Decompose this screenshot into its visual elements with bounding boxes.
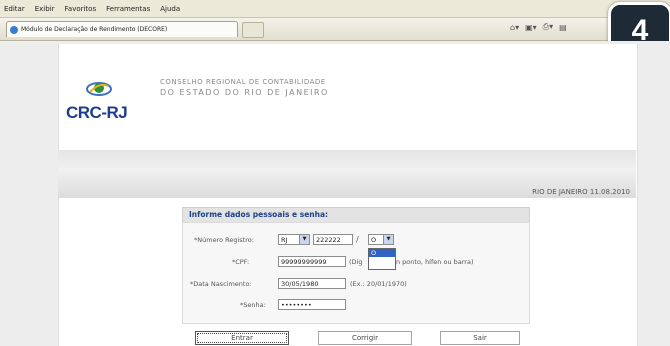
menu-exibir[interactable]: Exibir [35,5,55,13]
registro-number-input[interactable]: 222222 [313,234,353,245]
tab-title: Módulo de Declaração de Rendimento (DECO… [21,26,168,33]
cpf-hint: n ponto, hífen ou barra) [396,258,474,266]
tab-bar: Módulo de Declaração de Rendimento (DECO… [0,18,670,41]
dropdown-option-empty[interactable] [369,257,395,265]
birthdate-input[interactable]: 30/05/1980 [278,278,346,289]
registro-separator: / [356,235,359,244]
logo-text: CRC-RJ [66,103,128,122]
registro-uf-select[interactable]: RJ ▼ [278,234,310,245]
registro-dv-select[interactable]: O ▼ [368,234,394,245]
cpf-input[interactable]: 99999999999 [278,256,346,267]
crc-logo-icon [86,82,112,96]
chevron-down-icon: ▼ [299,235,309,244]
birthdate-label: *Data Nascimento: [190,280,252,288]
page-icon [10,25,18,34]
clear-button[interactable]: Corrigir [318,331,412,345]
password-label: *Senha: [240,301,266,309]
toolbar: ⌂▾ ▣▾ ⎙▾ ▤ [510,22,567,32]
password-input[interactable]: •••••••• [278,299,346,310]
new-tab-button[interactable] [242,22,264,38]
menu-bar: Editar Exibir Favoritos Ferramentas Ajud… [0,0,670,18]
menu-favoritos[interactable]: Favoritos [65,5,97,13]
date-label: RIO DE JANEIRO 11.08.2010 [532,188,630,196]
form-title: Informe dados pessoais e senha: [189,210,329,219]
org-name-line1: CONSELHO REGIONAL DE CONTABILIDADE [160,78,326,86]
cpf-label: *CPF: [232,258,250,266]
menu-ajuda[interactable]: Ajuda [160,5,180,13]
birthdate-hint: (Ex.: 20/01/1970) [350,280,407,288]
registro-uf-value: RJ [281,236,288,244]
form-header: Informe dados pessoais e senha: [182,207,530,223]
print-icon[interactable]: ⎙▾ [543,22,553,32]
org-name-line2: DO ESTADO DO RIO DE JANEIRO [160,88,329,97]
page-menu-icon[interactable]: ▤ [559,23,567,32]
registro-label: *Número Registro: [194,236,254,244]
home-icon[interactable]: ⌂▾ [510,23,519,32]
dropdown-option-selected[interactable]: O [369,249,395,257]
exit-button[interactable]: Sair [440,331,520,345]
feeds-icon[interactable]: ▣▾ [525,23,537,32]
menu-editar[interactable]: Editar [4,5,25,13]
registro-dv-value: O [371,236,377,244]
enter-button[interactable]: Entrar [195,331,289,345]
registro-dv-dropdown[interactable]: O [368,248,396,270]
menu-ferramentas[interactable]: Ferramentas [106,5,150,13]
chevron-down-icon: ▼ [383,235,393,244]
browser-tab[interactable]: Módulo de Declaração de Rendimento (DECO… [6,21,238,37]
cpf-hint-prefix: (Dig [349,258,363,266]
